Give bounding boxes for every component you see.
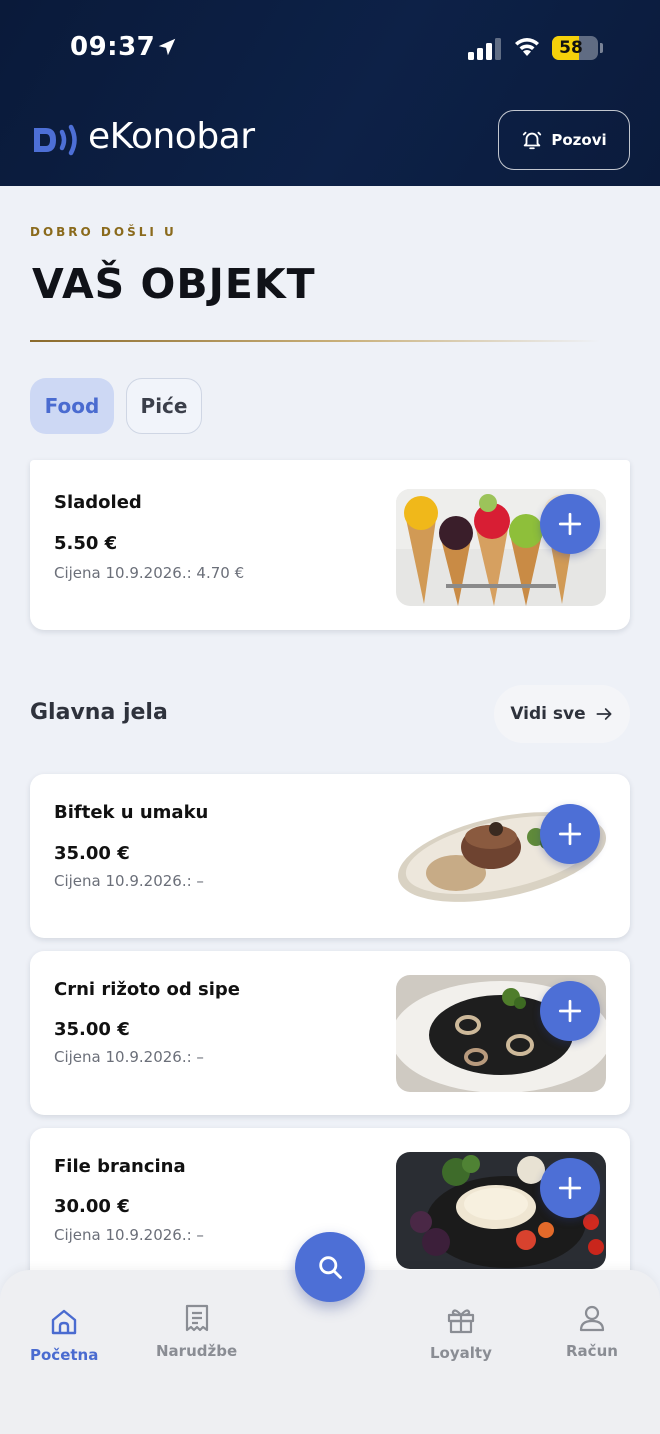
call-waiter-label: Pozovi [551,131,607,149]
nav-orders-label: Narudžbe [156,1342,238,1360]
gift-icon [447,1309,475,1334]
nav-home[interactable]: Početna [30,1306,98,1364]
item-previous-price: Cijena 10.9.2026.: – [54,872,204,890]
gold-divider [30,340,600,342]
cellular-signal-icon [468,38,501,60]
welcome-caption: DOBRO DOŠLI U [30,225,177,239]
menu-item-card[interactable]: Biftek u umaku 35.00 € Cijena 10.9.2026.… [30,774,630,938]
home-icon [51,1309,77,1335]
ekonobar-logo-icon [34,124,77,156]
nav-home-label: Početna [30,1346,99,1364]
nav-account[interactable]: Račun [566,1302,618,1360]
location-arrow-icon [158,38,176,56]
search-button[interactable] [295,1232,365,1302]
item-price: 5.50 € [54,533,118,554]
battery-percent: 58 [559,38,583,58]
nav-account-label: Račun [566,1342,618,1360]
call-waiter-button[interactable]: Pozovi [498,110,630,170]
wifi-icon [515,38,539,56]
plus-icon [558,999,582,1023]
item-name: Biftek u umaku [54,802,209,823]
item-previous-price: Cijena 10.9.2026.: – [54,1226,204,1244]
status-time: 09:37 [70,32,156,62]
add-to-cart-button[interactable] [540,804,600,864]
receipt-icon [185,1304,208,1332]
plus-icon [558,1176,582,1200]
item-previous-price: Cijena 10.9.2026.: 4.70 € [54,564,245,582]
menu-item-card[interactable]: Crni rižoto od sipe 35.00 € Cijena 10.9.… [30,951,630,1115]
item-price: 30.00 € [54,1196,130,1217]
status-bar: 09:37 58 [0,0,660,96]
plus-icon [558,512,582,536]
menu-item-card[interactable]: Sladoled 5.50 € Cijena 10.9.2026.: 4.70 … [30,460,630,630]
battery-indicator: 58 [552,36,598,60]
add-to-cart-button[interactable] [540,981,600,1041]
nav-orders[interactable]: Narudžbe [156,1302,237,1360]
tab-food[interactable]: Food [30,378,114,434]
add-to-cart-button[interactable] [540,494,600,554]
battery-cap [600,43,603,53]
view-all-label: Vidi sve [510,704,586,724]
add-to-cart-button[interactable] [540,1158,600,1218]
item-price: 35.00 € [54,843,130,864]
item-price: 35.00 € [54,1019,130,1040]
nav-loyalty-label: Loyalty [430,1344,492,1362]
user-icon [579,1305,605,1332]
nav-loyalty[interactable]: Loyalty [430,1304,492,1362]
tab-drinks[interactable]: Piće [126,378,202,434]
plus-icon [558,822,582,846]
item-previous-price: Cijena 10.9.2026.: – [54,1048,204,1066]
item-name: File brancina [54,1156,186,1177]
item-name: Sladoled [54,492,142,513]
search-icon [319,1256,342,1279]
view-all-button[interactable]: Vidi sve [494,685,630,743]
bell-icon [523,131,542,150]
app-name: eKonobar [88,116,255,157]
item-name: Crni rižoto od sipe [54,979,240,1000]
app-header: 09:37 58 eKonobar Pozovi [0,0,660,186]
section-title: Glavna jela [30,700,168,725]
venue-title: VAŠ OBJEKT [32,260,316,308]
arrow-right-icon [596,708,612,720]
